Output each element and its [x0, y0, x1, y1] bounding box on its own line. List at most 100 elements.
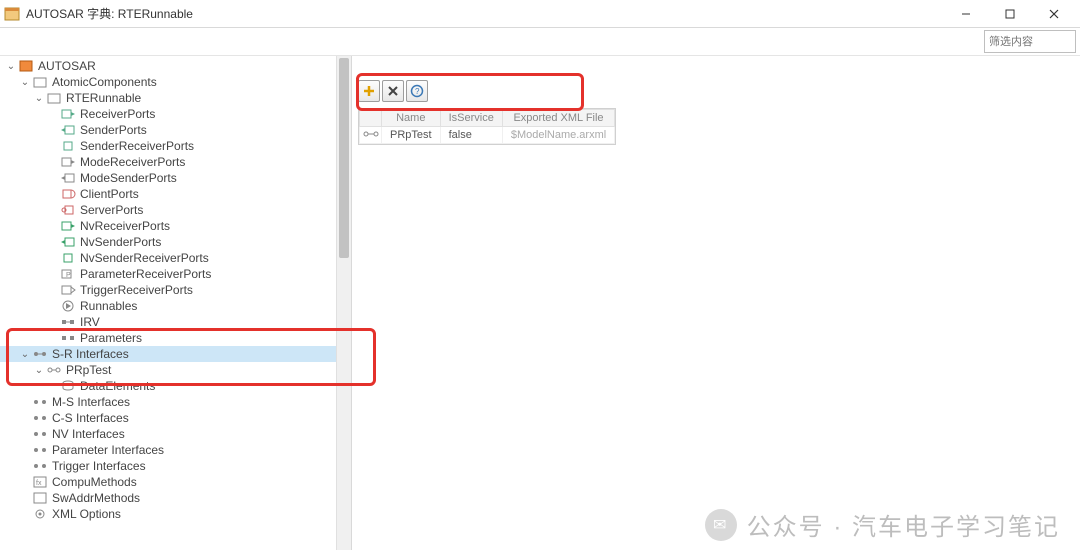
tree-label: AUTOSAR: [38, 59, 96, 73]
tree-label: SenderPorts: [80, 123, 147, 137]
tree-node-trigger-interfaces[interactable]: Trigger Interfaces: [0, 458, 351, 474]
tree-node-nv-interfaces[interactable]: NV Interfaces: [0, 426, 351, 442]
tree-node-serverports[interactable]: ServerPorts: [0, 202, 351, 218]
tree-label: Trigger Interfaces: [52, 459, 146, 473]
help-button[interactable]: ?: [406, 80, 428, 102]
tree-label: CompuMethods: [52, 475, 137, 489]
interfaces-grid[interactable]: Name IsService Exported XML File PRpTest…: [358, 108, 616, 145]
interface-item-icon: [46, 362, 62, 378]
chevron-down-icon[interactable]: ⌄: [18, 347, 32, 361]
compumethod-icon: fx: [32, 474, 48, 490]
tree-node-clientports[interactable]: ClientPorts: [0, 186, 351, 202]
interface-icon: [32, 442, 48, 458]
tree-node-autosar[interactable]: ⌄ AUTOSAR: [0, 58, 351, 74]
tree-node-nvsenderports[interactable]: NvSenderPorts: [0, 234, 351, 250]
col-header-exported[interactable]: Exported XML File: [502, 110, 614, 127]
swaddr-icon: [32, 490, 48, 506]
scrollbar-thumb[interactable]: [339, 58, 349, 258]
tree-node-senderreceiverports[interactable]: SenderReceiverPorts: [0, 138, 351, 154]
port-in-icon: [60, 106, 76, 122]
tree-node-compumethods[interactable]: fx CompuMethods: [0, 474, 351, 490]
tree-node-atomic-components[interactable]: ⌄ AtomicComponents: [0, 74, 351, 90]
port-inout-icon: [60, 138, 76, 154]
tree-node-nvsenderreceiverports[interactable]: NvSenderReceiverPorts: [0, 250, 351, 266]
tree-node-triggerreceiverports[interactable]: TriggerReceiverPorts: [0, 282, 351, 298]
chevron-down-icon[interactable]: ⌄: [32, 91, 46, 105]
content-pane: ? Name IsService Exported XML File PRpTe…: [352, 56, 1080, 550]
tree-scrollbar[interactable]: [336, 56, 351, 550]
tree-node-ms-interfaces[interactable]: M-S Interfaces: [0, 394, 351, 410]
mode-in-icon: [60, 154, 76, 170]
col-header-isservice[interactable]: IsService: [440, 110, 502, 127]
tree-node-modesenderports[interactable]: ModeSenderPorts: [0, 170, 351, 186]
tree-label: Parameter Interfaces: [52, 443, 164, 457]
maximize-button[interactable]: [988, 0, 1032, 28]
tree-label: ModeReceiverPorts: [80, 155, 185, 169]
port-out-icon: [60, 122, 76, 138]
tree-label: SenderReceiverPorts: [80, 139, 194, 153]
tree-node-receiverports[interactable]: ReceiverPorts: [0, 106, 351, 122]
tree-label: ParameterReceiverPorts: [80, 267, 211, 281]
tree[interactable]: ⌄AUTOSAR ⌄AtomicComponents ⌄RTERunnable …: [0, 56, 351, 524]
tree-label: TriggerReceiverPorts: [80, 283, 193, 297]
svg-text:?: ?: [415, 87, 420, 96]
app-icon: [4, 6, 20, 22]
tree-label: Runnables: [80, 299, 137, 313]
runnable-icon: [60, 298, 76, 314]
title-bar: AUTOSAR 字典: RTERunnable: [0, 0, 1080, 28]
nv-inout-icon: [60, 250, 76, 266]
tree-node-xmloptions[interactable]: XML Options: [0, 506, 351, 522]
tree-node-cs-interfaces[interactable]: C-S Interfaces: [0, 410, 351, 426]
tree-node-irv[interactable]: IRV: [0, 314, 351, 330]
cell-name[interactable]: PRpTest: [382, 127, 441, 144]
row-icon: [360, 127, 382, 144]
tree-node-sr-interfaces[interactable]: ⌄S-R Interfaces: [0, 346, 351, 362]
tree-node-prptest[interactable]: ⌄PRpTest: [0, 362, 351, 378]
tree-node-dataelements[interactable]: DataElements: [0, 378, 351, 394]
mode-out-icon: [60, 170, 76, 186]
tree-label: ModeSenderPorts: [80, 171, 177, 185]
autosar-icon: [18, 58, 34, 74]
tree-label: M-S Interfaces: [52, 395, 130, 409]
cell-isservice[interactable]: false: [440, 127, 502, 144]
interface-icon: [32, 346, 48, 362]
delete-button[interactable]: [382, 80, 404, 102]
tree-label: XML Options: [52, 507, 121, 521]
tree-node-modereceiverports[interactable]: ModeReceiverPorts: [0, 154, 351, 170]
cell-exported[interactable]: $ModelName.arxml: [502, 127, 614, 144]
chevron-down-icon[interactable]: ⌄: [32, 363, 46, 377]
close-button[interactable]: [1032, 0, 1076, 28]
col-header-name[interactable]: Name: [382, 110, 441, 127]
chevron-down-icon[interactable]: ⌄: [4, 59, 18, 73]
tree-label: AtomicComponents: [52, 75, 157, 89]
tree-label: ClientPorts: [80, 187, 139, 201]
tree-label: RTERunnable: [66, 91, 141, 105]
tree-node-parameter-interfaces[interactable]: Parameter Interfaces: [0, 442, 351, 458]
gear-icon: [32, 506, 48, 522]
tree-node-senderports[interactable]: SenderPorts: [0, 122, 351, 138]
interface-icon: [32, 458, 48, 474]
chevron-down-icon[interactable]: ⌄: [18, 75, 32, 89]
grid-row[interactable]: PRpTest false $ModelName.arxml: [360, 127, 615, 144]
tree-node-parameters[interactable]: Parameters: [0, 330, 351, 346]
filter-input[interactable]: [984, 30, 1076, 53]
nv-in-icon: [60, 218, 76, 234]
tree-label: Parameters: [80, 331, 142, 345]
tree-label: SwAddrMethods: [52, 491, 140, 505]
minimize-button[interactable]: [944, 0, 988, 28]
interface-icon: [32, 426, 48, 442]
tree-node-swaddrmethods[interactable]: SwAddrMethods: [0, 490, 351, 506]
tree-node-runnables[interactable]: Runnables: [0, 298, 351, 314]
svg-text:P: P: [66, 272, 71, 279]
tree-node-nvreceiverports[interactable]: NvReceiverPorts: [0, 218, 351, 234]
component-icon: [46, 90, 62, 106]
grid-header-row: Name IsService Exported XML File: [360, 110, 615, 127]
filter-bar: [0, 28, 1080, 56]
window-title: AUTOSAR 字典: RTERunnable: [26, 5, 944, 22]
tree-node-rterunnable[interactable]: ⌄ RTERunnable: [0, 90, 351, 106]
add-button[interactable]: [358, 80, 380, 102]
tree-label: ServerPorts: [80, 203, 143, 217]
tree-node-parameterreceiverports[interactable]: P ParameterReceiverPorts: [0, 266, 351, 282]
data-element-icon: [60, 378, 76, 394]
tree-label: NvReceiverPorts: [80, 219, 170, 233]
